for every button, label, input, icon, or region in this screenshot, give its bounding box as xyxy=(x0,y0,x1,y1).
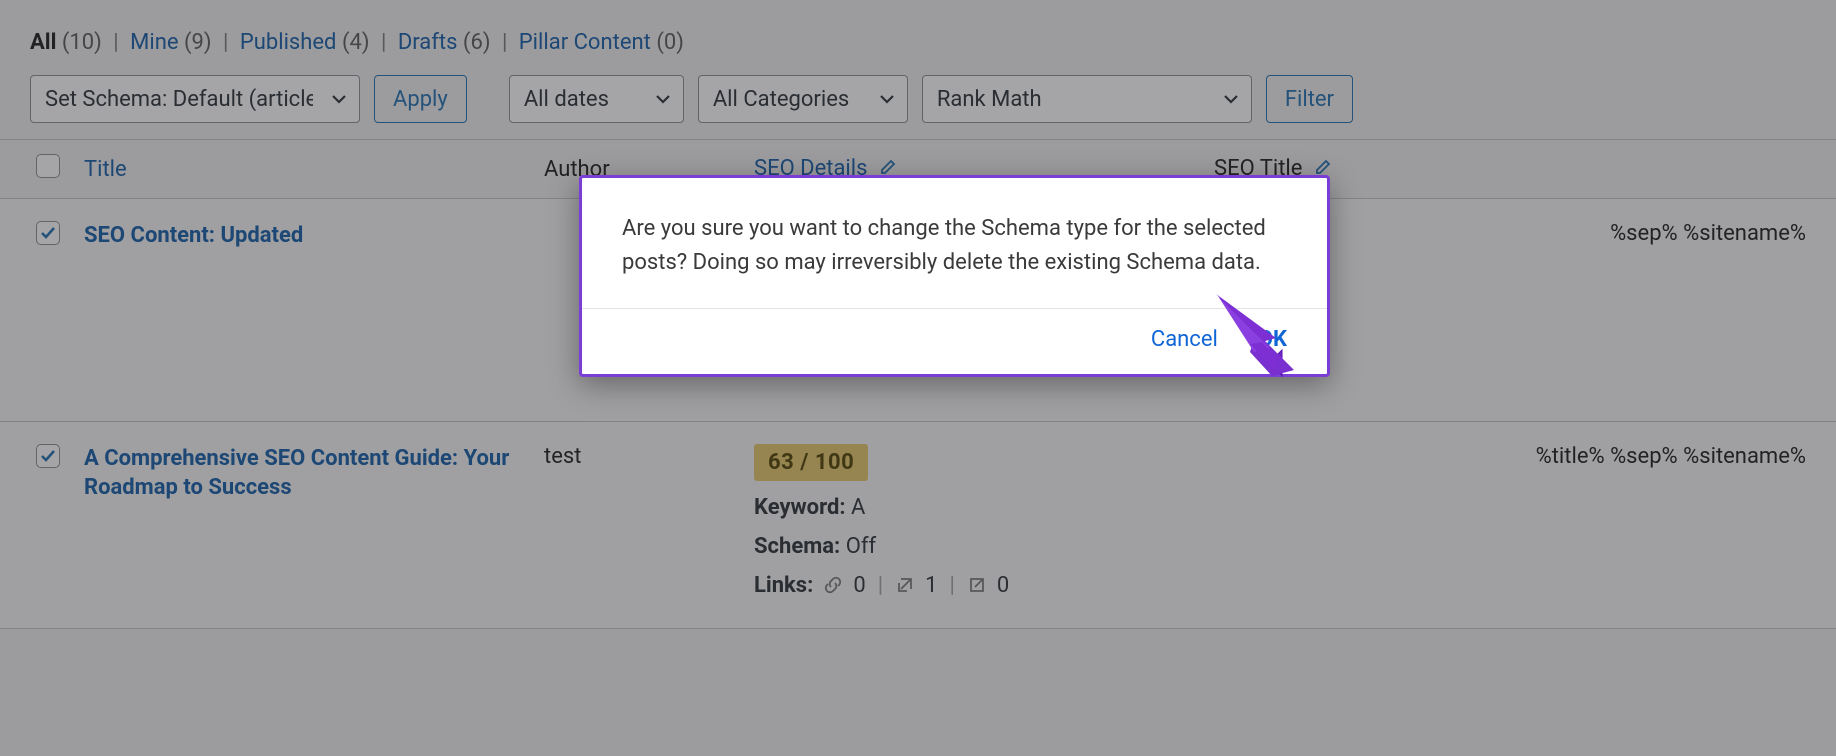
dialog-actions: Cancel OK xyxy=(582,309,1327,374)
confirm-dialog: Are you sure you want to change the Sche… xyxy=(579,175,1330,377)
dialog-message: Are you sure you want to change the Sche… xyxy=(582,178,1327,309)
ok-button[interactable]: OK xyxy=(1258,327,1287,352)
modal-scrim xyxy=(0,0,1836,756)
cancel-button[interactable]: Cancel xyxy=(1151,327,1218,352)
